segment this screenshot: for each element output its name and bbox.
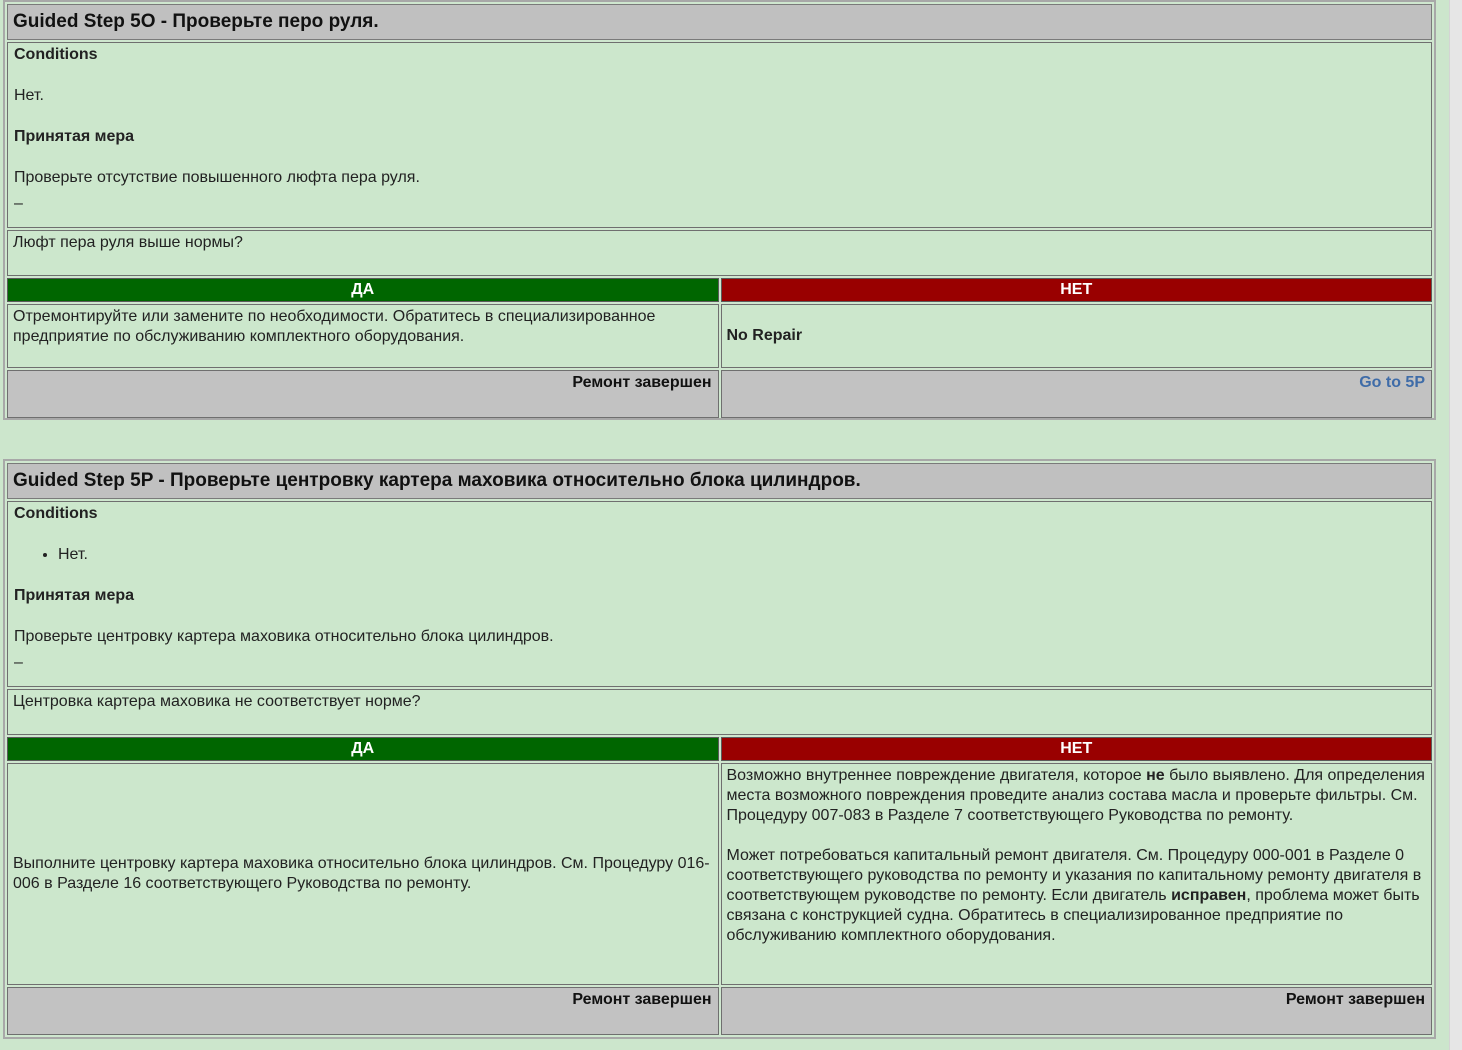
yes-header: ДА <box>7 278 719 302</box>
go-to-5p-link[interactable]: Go to 5P <box>1359 374 1425 391</box>
no-header: НЕТ <box>720 278 1432 302</box>
yes-footer: Ремонт завершен <box>7 987 719 1035</box>
action-heading: Принятая мера <box>14 587 135 604</box>
action-text: Проверьте центровку картера маховика отн… <box>14 628 554 645</box>
step-title: Guided Step 5O - Проверьте перо руля. <box>7 4 1432 40</box>
no-header: НЕТ <box>720 737 1432 761</box>
step-5o-table: Guided Step 5O - Проверьте перо руля. Co… <box>5 2 1434 420</box>
no-result-paragraph-1: Возможно внутреннее повреждение двигател… <box>726 767 1425 824</box>
question: Центровка картера маховика не соответств… <box>7 689 1432 735</box>
no-result: No Repair <box>720 304 1432 368</box>
no-footer: Go to 5P <box>720 370 1432 418</box>
conditions-list-item: Нет. <box>58 545 1425 565</box>
yes-footer: Ремонт завершен <box>7 370 719 418</box>
guided-step-5p: Guided Step 5P - Проверьте центровку кар… <box>3 459 1436 1039</box>
repair-complete-label: Ремонт завершен <box>572 991 712 1008</box>
dash-separator: – <box>14 195 23 212</box>
no-footer: Ремонт завершен <box>720 987 1432 1035</box>
step-title: Guided Step 5P - Проверьте центровку кар… <box>7 463 1432 499</box>
page-edge-strip <box>1449 0 1462 1050</box>
conditions-list: Нет. <box>14 545 1425 565</box>
question: Люфт пера руля выше нормы? <box>7 230 1432 276</box>
step-5p-table: Guided Step 5P - Проверьте центровку кар… <box>5 461 1434 1037</box>
action-heading: Принятая мера <box>14 128 135 145</box>
yes-result: Выполните центровку картера маховика отн… <box>7 763 719 985</box>
conditions-heading: Conditions <box>14 505 98 522</box>
conditions-panel: Conditions Нет. Принятая мера Проверьте … <box>7 501 1432 687</box>
conditions-heading: Conditions <box>14 46 98 63</box>
repair-complete-label: Ремонт завершен <box>572 374 712 391</box>
action-text: Проверьте отсутствие повышенного люфта п… <box>14 169 420 186</box>
no-result: Возможно внутреннее повреждение двигател… <box>720 763 1432 985</box>
yes-result: Отремонтируйте или замените по необходим… <box>7 304 719 368</box>
conditions-panel: Conditions Нет. Принятая мера Проверьте … <box>7 42 1432 228</box>
yes-header: ДА <box>7 737 719 761</box>
repair-complete-label: Ремонт завершен <box>1285 991 1425 1008</box>
no-result-paragraph-2: Может потребоваться капитальный ремонт д… <box>726 847 1422 944</box>
dash-separator: – <box>14 654 23 671</box>
conditions-text: Нет. <box>14 87 44 104</box>
guided-step-5o: Guided Step 5O - Проверьте перо руля. Co… <box>3 0 1436 420</box>
